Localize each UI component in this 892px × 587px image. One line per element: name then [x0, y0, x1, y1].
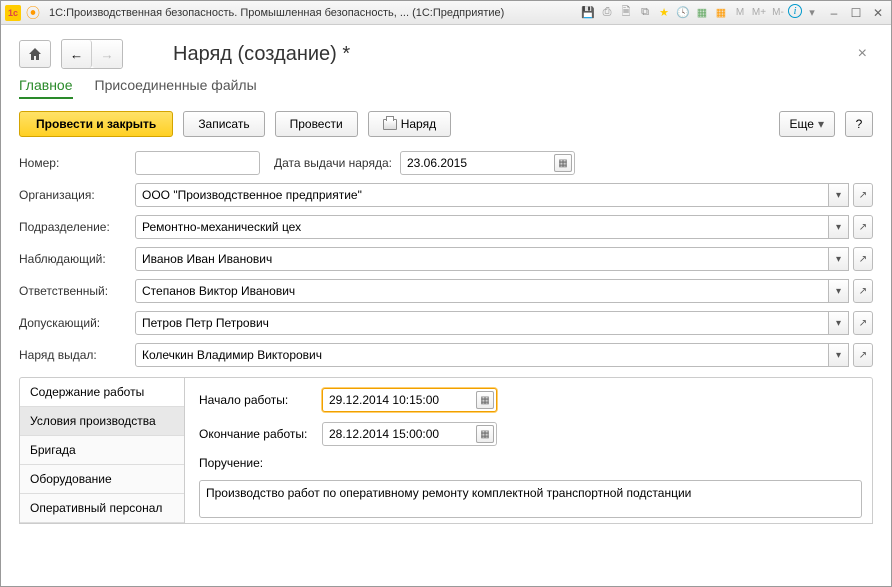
side-tab-equipment[interactable]: Оборудование: [20, 465, 184, 494]
issuer-dropdown-icon[interactable]: ▾: [829, 343, 849, 367]
number-input[interactable]: [135, 151, 260, 175]
forward-button[interactable]: →: [92, 40, 122, 68]
info-icon[interactable]: i: [788, 4, 802, 18]
tabs-nav: Главное Присоединенные файлы: [19, 77, 873, 99]
issue-date-input[interactable]: [400, 151, 575, 175]
issuer-open-icon[interactable]: ↗: [853, 343, 873, 367]
window-title: 1С:Производственная безопасность. Промыш…: [45, 7, 575, 19]
page-close-button[interactable]: ×: [852, 41, 873, 67]
work-end-input[interactable]: [322, 422, 497, 446]
lower-section: Содержание работы Условия производства Б…: [19, 377, 873, 524]
save-tool-icon[interactable]: 💾: [579, 4, 597, 22]
responsible-input[interactable]: [135, 279, 829, 303]
side-tab-conditions[interactable]: Условия производства: [20, 407, 184, 436]
label-dept: Подразделение:: [19, 220, 127, 234]
info-dropdown-icon[interactable]: ▾: [803, 4, 821, 22]
observer-open-icon[interactable]: ↗: [853, 247, 873, 271]
responsible-dropdown-icon[interactable]: ▾: [829, 279, 849, 303]
admitter-input[interactable]: [135, 311, 829, 335]
printer-icon: [383, 119, 397, 130]
help-button[interactable]: ?: [845, 111, 873, 137]
label-assignment: Поручение:: [199, 456, 314, 470]
back-button[interactable]: ←: [62, 40, 92, 68]
post-button[interactable]: Провести: [275, 111, 358, 137]
more-button[interactable]: Еще: [779, 111, 835, 137]
dropdown-icon[interactable]: ⦿: [25, 5, 41, 21]
minimize-button[interactable]: –: [825, 4, 843, 22]
home-button[interactable]: [19, 40, 51, 68]
maximize-button[interactable]: ☐: [847, 4, 865, 22]
side-tabs: Содержание работы Условия производства Б…: [20, 378, 185, 523]
post-close-button[interactable]: Провести и закрыть: [19, 111, 173, 137]
label-org: Организация:: [19, 188, 127, 202]
admitter-dropdown-icon[interactable]: ▾: [829, 311, 849, 335]
m-plus-icon[interactable]: M+: [750, 4, 768, 22]
doc-tool-icon[interactable]: 🗎: [617, 4, 635, 22]
side-tab-brigade[interactable]: Бригада: [20, 436, 184, 465]
titlebar-tools: 💾 ⎙ 🗎 ⧉ ★ 🕓 ▦ ▦ M M+ M- i ▾: [579, 4, 821, 22]
print-naryad-button[interactable]: Наряд: [368, 111, 451, 137]
page-title: Наряд (создание) *: [173, 43, 350, 66]
history-icon[interactable]: 🕓: [674, 4, 692, 22]
tab-main[interactable]: Главное: [19, 77, 73, 99]
home-icon: [28, 47, 42, 61]
org-input[interactable]: [135, 183, 829, 207]
form-rows: Номер: Дата выдачи наряда: ▦ Организация…: [19, 151, 873, 367]
assignment-textarea[interactable]: [199, 480, 862, 518]
nav-header: ← → Наряд (создание) * ×: [19, 39, 873, 69]
m-icon[interactable]: M: [731, 4, 749, 22]
work-start-picker-icon[interactable]: ▦: [476, 391, 494, 409]
label-observer: Наблюдающий:: [19, 252, 127, 266]
issue-date-picker-icon[interactable]: ▦: [554, 154, 572, 172]
app-1c-icon: 1c: [5, 5, 21, 21]
print-naryad-label: Наряд: [401, 117, 436, 131]
calculator-icon[interactable]: ▦: [693, 4, 711, 22]
nav-group: ← →: [61, 39, 123, 69]
label-responsible: Ответственный:: [19, 284, 127, 298]
org-dropdown-icon[interactable]: ▾: [829, 183, 849, 207]
org-open-icon[interactable]: ↗: [853, 183, 873, 207]
side-tab-content[interactable]: Содержание работы: [20, 378, 184, 407]
compare-tool-icon[interactable]: ⧉: [636, 4, 654, 22]
observer-dropdown-icon[interactable]: ▾: [829, 247, 849, 271]
issuer-input[interactable]: [135, 343, 829, 367]
label-admitter: Допускающий:: [19, 316, 127, 330]
action-bar: Провести и закрыть Записать Провести Нар…: [19, 111, 873, 137]
admitter-open-icon[interactable]: ↗: [853, 311, 873, 335]
responsible-open-icon[interactable]: ↗: [853, 279, 873, 303]
tab-attached-files[interactable]: Присоединенные файлы: [95, 77, 257, 99]
label-work-start: Начало работы:: [199, 393, 314, 407]
save-button[interactable]: Записать: [183, 111, 264, 137]
work-end-picker-icon[interactable]: ▦: [476, 425, 494, 443]
dept-open-icon[interactable]: ↗: [853, 215, 873, 239]
observer-input[interactable]: [135, 247, 829, 271]
label-number: Номер:: [19, 156, 127, 170]
dept-dropdown-icon[interactable]: ▾: [829, 215, 849, 239]
print-tool-icon[interactable]: ⎙: [598, 4, 616, 22]
m-minus-icon[interactable]: M-: [769, 4, 787, 22]
side-tab-personnel[interactable]: Оперативный персонал: [20, 494, 184, 523]
window-close-button[interactable]: ✕: [869, 4, 887, 22]
label-issue-date: Дата выдачи наряда:: [274, 156, 392, 170]
label-work-end: Окончание работы:: [199, 427, 314, 441]
calendar-icon[interactable]: ▦: [712, 4, 730, 22]
right-pane: Начало работы: ▦ Окончание работы: ▦ Пор…: [185, 378, 872, 523]
work-start-input[interactable]: [322, 388, 497, 412]
label-issuer: Наряд выдал:: [19, 348, 127, 362]
favorites-icon[interactable]: ★: [655, 4, 673, 22]
dept-input[interactable]: [135, 215, 829, 239]
window-titlebar: 1c ⦿ 1С:Производственная безопасность. П…: [1, 1, 891, 25]
